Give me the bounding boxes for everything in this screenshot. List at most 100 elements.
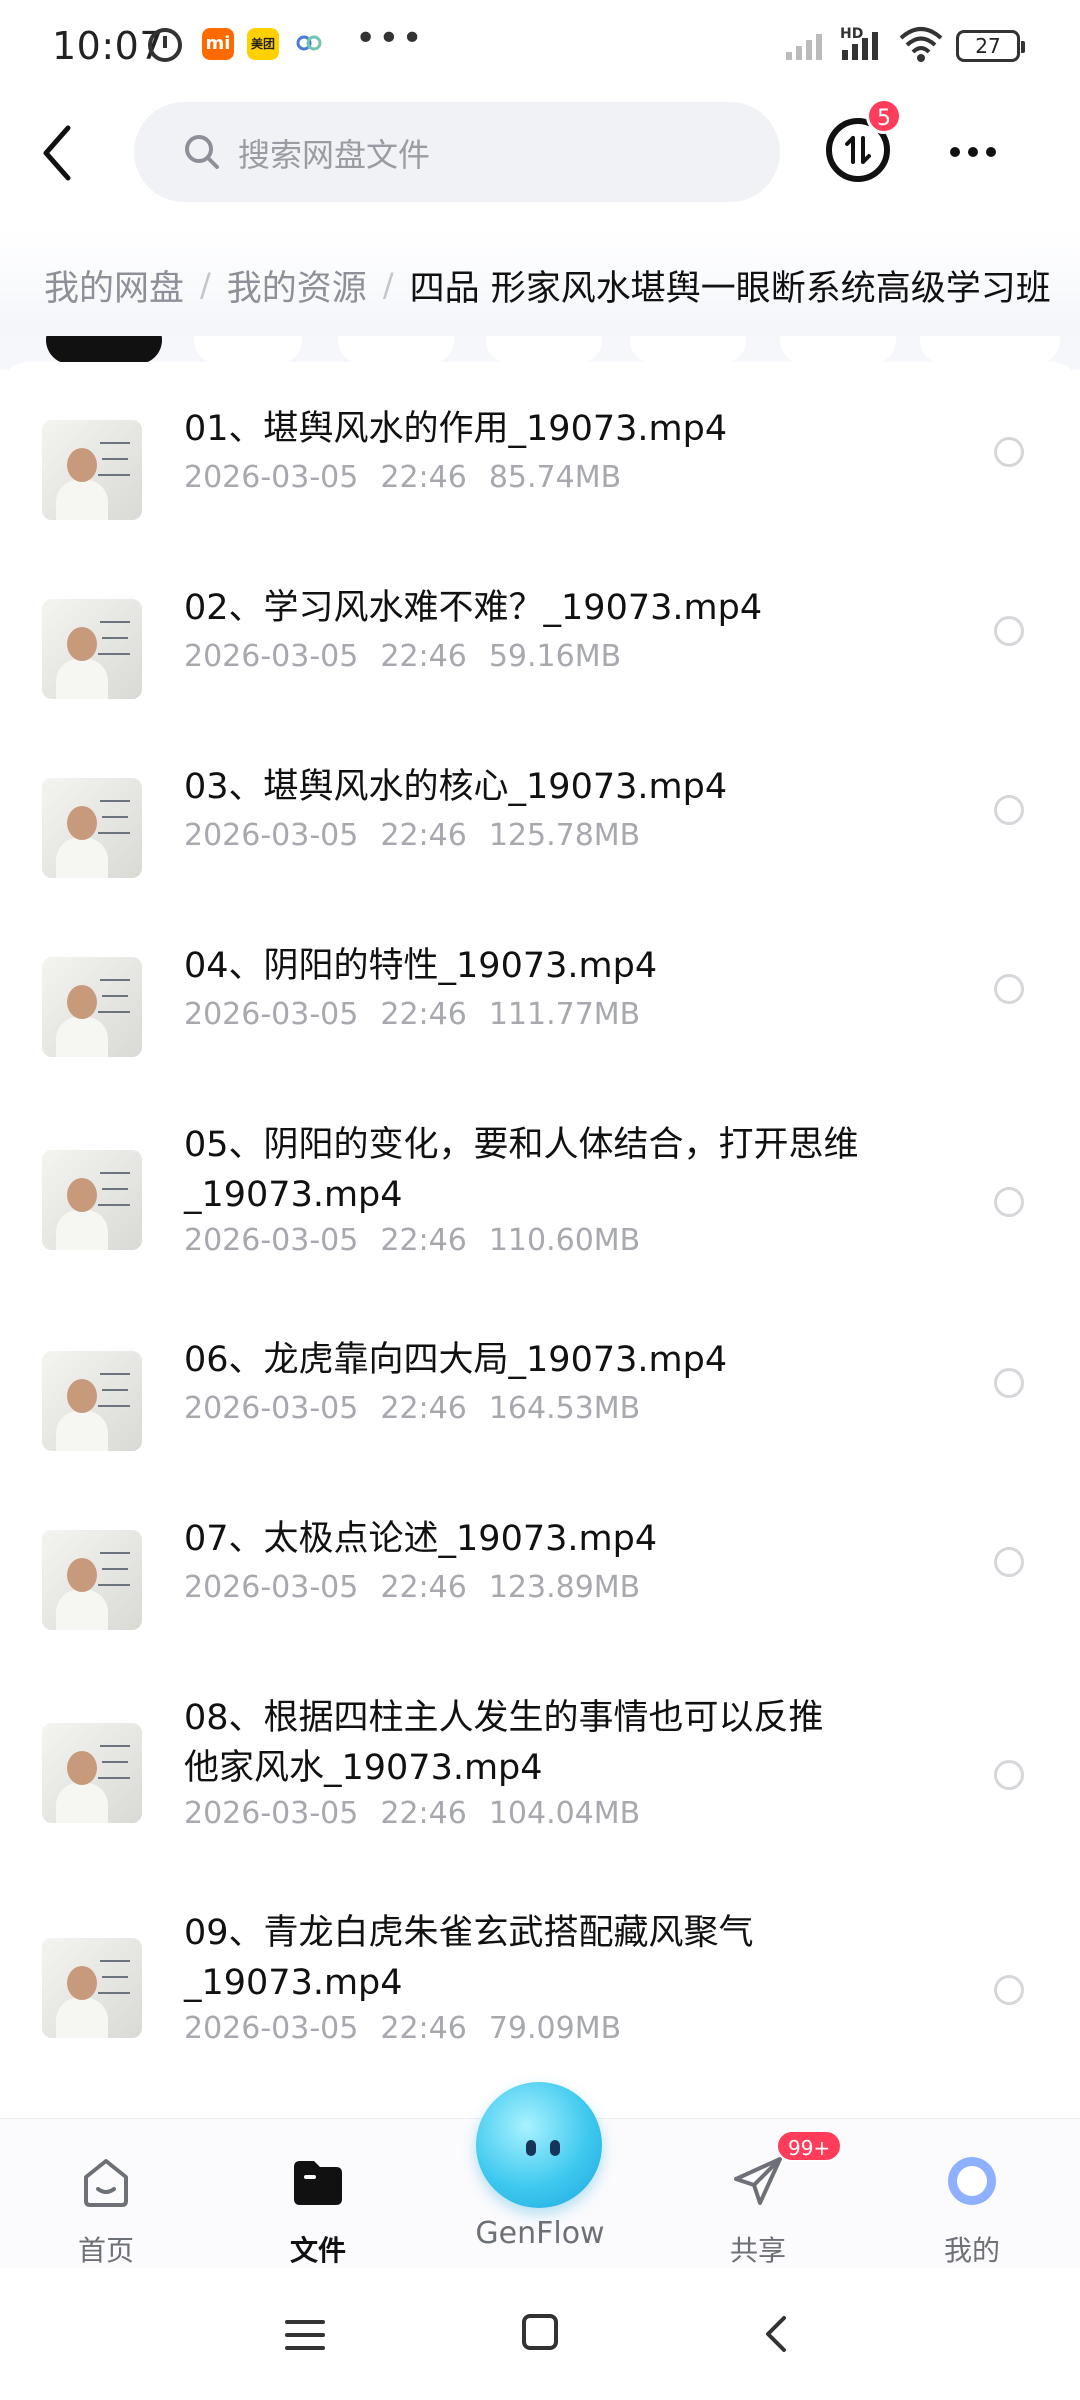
video-thumbnail xyxy=(42,1149,142,1250)
file-size: 59.16MB xyxy=(488,639,622,674)
file-meta: 2026-03-05 22:46 110.60MB xyxy=(184,1223,640,1258)
file-date: 2026-03-05 xyxy=(184,460,359,495)
file-row[interactable]: 02、学习风水难不难？_19073.mp4 2026-03-05 22:46 59.1… xyxy=(0,541,1080,720)
filter-chip[interactable] xyxy=(780,336,896,364)
signal-sim2-icon xyxy=(842,30,878,60)
file-row[interactable]: 07、太极点论述_19073.mp4 2026-03-05 22:46 123.89M… xyxy=(0,1472,1080,1651)
file-time: 22:46 xyxy=(380,818,467,853)
filter-chip[interactable] xyxy=(630,336,746,364)
search-icon xyxy=(185,135,219,169)
filter-chip[interactable] xyxy=(338,336,454,364)
file-date: 2026-03-05 xyxy=(184,1223,359,1258)
more-icon-dot xyxy=(950,147,960,157)
video-thumbnail xyxy=(42,957,142,1057)
file-list: 01、堪舆风水的作用_19073.mp4 2026-03-05 22:46 85.74… xyxy=(0,362,1080,2122)
video-thumbnail xyxy=(42,599,142,699)
file-date: 2026-03-05 xyxy=(184,2011,359,2046)
select-checkbox[interactable] xyxy=(994,794,1024,825)
file-date: 2026-03-05 xyxy=(184,818,359,853)
file-time: 22:46 xyxy=(380,2011,467,2046)
video-thumbnail xyxy=(42,420,142,520)
select-checkbox[interactable] xyxy=(994,1367,1024,1398)
file-size: 164.53MB xyxy=(488,1391,641,1426)
filter-chip-active[interactable] xyxy=(46,336,162,364)
select-checkbox[interactable] xyxy=(994,1974,1024,2005)
file-meta: 2026-03-05 22:46 59.16MB xyxy=(184,639,621,674)
file-meta: 2026-03-05 22:46 123.89MB xyxy=(184,1570,640,1605)
file-time: 22:46 xyxy=(380,1796,467,1831)
file-name: 09、青龙白虎朱雀玄武搭配藏风聚气_19073.mp4 xyxy=(184,1913,754,2003)
breadcrumb-current-folder: 四品 形家风水堪舆一眼断系统高级学习班 xyxy=(409,268,1051,309)
file-date: 2026-03-05 xyxy=(184,1796,359,1831)
link-app-icon xyxy=(296,35,322,51)
file-name: 07、太极点论述_19073.mp4 xyxy=(184,1519,658,1559)
select-checkbox[interactable] xyxy=(994,973,1024,1004)
file-date: 2026-03-05 xyxy=(184,1391,359,1426)
search-placeholder: 搜索网盘文件 xyxy=(238,136,431,174)
file-name: 06、龙虎靠向四大局_19073.mp4 xyxy=(184,1340,728,1380)
video-thumbnail xyxy=(42,1351,142,1451)
filter-chip[interactable] xyxy=(920,336,1060,364)
nav-home-label: 首页 xyxy=(77,2234,134,2267)
transfer-badge: 5 xyxy=(866,98,902,134)
file-size: 85.74MB xyxy=(488,460,622,495)
file-name: 08、根据四柱主人发生的事情也可以反推他家风水_19073.mp4 xyxy=(184,1698,824,1788)
transfer-icon xyxy=(845,136,871,164)
battery-indicator: 27 xyxy=(956,30,1025,62)
file-meta: 2026-03-05 22:46 104.04MB xyxy=(184,1796,640,1831)
status-bar: 10:07 mi 美团 ••• HD 27 xyxy=(0,0,1080,92)
file-time: 22:46 xyxy=(380,997,467,1032)
breadcrumb-separator: / xyxy=(382,266,394,304)
more-notifications-icon: ••• xyxy=(355,18,425,59)
breadcrumb-my-resources[interactable]: 我的资源 xyxy=(227,260,367,311)
select-checkbox[interactable] xyxy=(994,1186,1024,1217)
file-row[interactable]: 04、阴阳的特性_19073.mp4 2026-03-05 22:46 111.77M… xyxy=(0,899,1080,1078)
filter-chip[interactable] xyxy=(486,336,602,364)
file-time: 22:46 xyxy=(380,1391,467,1426)
file-time: 22:46 xyxy=(380,1570,467,1605)
file-row[interactable]: 01、堪舆风水的作用_19073.mp4 2026-03-05 22:46 85.74… xyxy=(0,362,1080,541)
file-time: 22:46 xyxy=(380,1223,467,1258)
genflow-button[interactable] xyxy=(476,2082,602,2208)
file-size: 123.89MB xyxy=(488,1570,641,1605)
more-options-button[interactable] xyxy=(950,132,1010,172)
file-time: 22:46 xyxy=(380,639,467,674)
select-checkbox[interactable] xyxy=(994,615,1024,646)
recent-apps-button[interactable] xyxy=(285,2320,325,2350)
back-button[interactable] xyxy=(34,118,84,188)
file-row[interactable]: 09、青龙白虎朱雀玄武搭配藏风聚气_19073.mp4 2026-03-05 22:… xyxy=(0,1866,1080,2081)
genflow-eye xyxy=(526,2140,536,2156)
video-thumbnail xyxy=(42,1937,142,2038)
search-input[interactable]: 搜索网盘文件 xyxy=(134,102,780,202)
breadcrumb-my-drive[interactable]: 我的网盘 xyxy=(44,260,184,311)
home-button[interactable] xyxy=(522,2314,558,2350)
select-checkbox[interactable] xyxy=(994,1759,1024,1790)
nav-files-label: 文件 xyxy=(289,2234,346,2267)
file-size: 110.60MB xyxy=(488,1223,641,1258)
video-thumbnail xyxy=(42,1722,142,1823)
nav-me-label: 我的 xyxy=(943,2234,1000,2267)
file-meta: 2026-03-05 22:46 111.77MB xyxy=(184,997,640,1032)
more-icon-dot xyxy=(986,147,996,157)
file-row[interactable]: 05、阴阳的变化，要和人体结合，打开思维_19073.mp4 2026-03-05… xyxy=(0,1078,1080,1293)
file-name: 05、阴阳的变化，要和人体结合，打开思维_19073.mp4 xyxy=(184,1125,859,1215)
select-checkbox[interactable] xyxy=(994,1546,1024,1577)
file-date: 2026-03-05 xyxy=(184,997,359,1032)
genflow-label[interactable]: GenFlow xyxy=(460,2216,620,2251)
select-checkbox[interactable] xyxy=(994,436,1024,467)
wifi-icon xyxy=(899,27,943,62)
share-badge: 99+ xyxy=(776,2130,843,2162)
file-row[interactable]: 08、根据四柱主人发生的事情也可以反推他家风水_19073.mp4 2026-03… xyxy=(0,1651,1080,1866)
meituan-app-icon: 美团 xyxy=(247,28,279,60)
nav-share-label: 共享 xyxy=(729,2234,786,2267)
file-name: 01、堪舆风水的作用_19073.mp4 xyxy=(184,409,728,449)
file-name: 04、阴阳的特性_19073.mp4 xyxy=(184,946,658,986)
file-size: 79.09MB xyxy=(488,2011,622,2046)
more-icon-dot xyxy=(968,147,978,157)
system-back-button[interactable] xyxy=(760,2312,790,2356)
file-row[interactable]: 06、龙虎靠向四大局_19073.mp4 2026-03-05 22:46 164.5… xyxy=(0,1293,1080,1472)
file-row[interactable]: 03、堪舆风水的核心_19073.mp4 2026-03-05 22:46 125.7… xyxy=(0,720,1080,899)
file-date: 2026-03-05 xyxy=(184,639,359,674)
filter-chip[interactable] xyxy=(194,336,302,364)
file-meta: 2026-03-05 22:46 79.09MB xyxy=(184,2011,621,2046)
